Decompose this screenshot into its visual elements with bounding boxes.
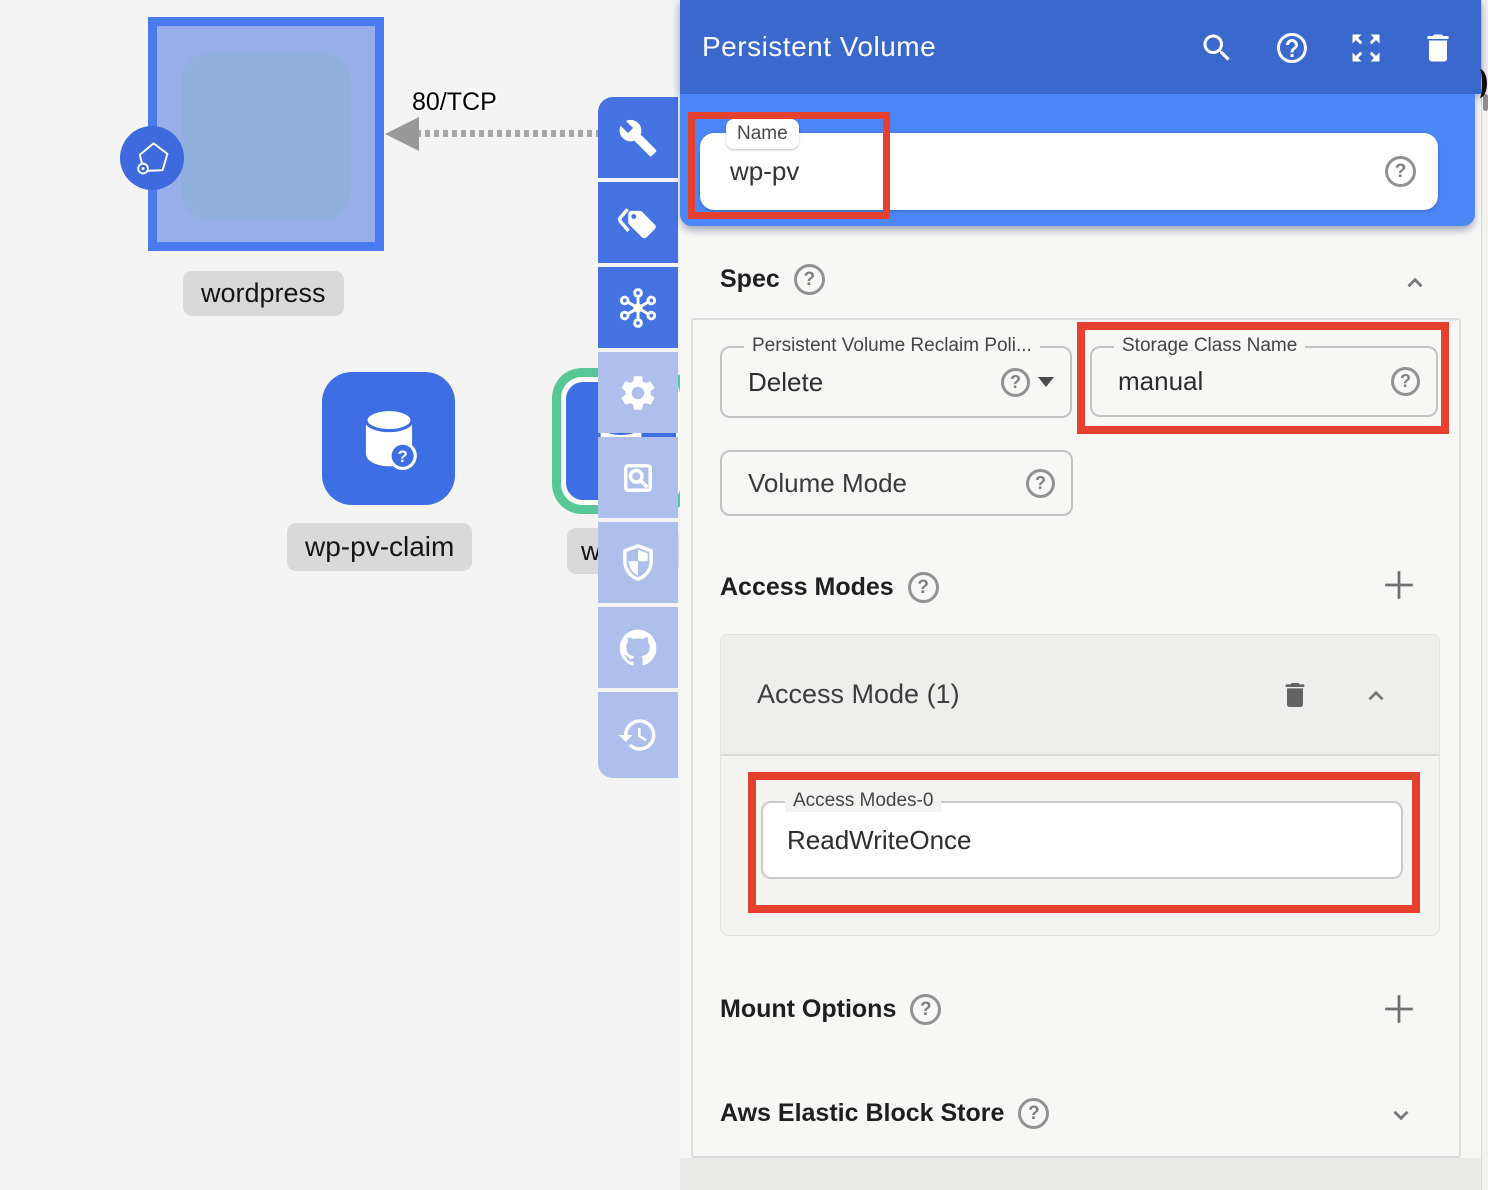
- reclaim-policy-label: Persistent Volume Reclaim Poli...: [744, 335, 1040, 357]
- panel-bottom-strip: [680, 1158, 1481, 1190]
- expand-icon[interactable]: [1348, 30, 1384, 66]
- toolbar-cluster-button[interactable]: [598, 267, 678, 348]
- mount-options-heading-row: Mount Options ?: [720, 994, 941, 1025]
- delete-access-mode-icon[interactable]: [1279, 679, 1311, 711]
- wordpress-node-inner: [181, 54, 351, 219]
- storage-class-value: manual: [1118, 366, 1391, 397]
- add-access-mode-icon[interactable]: [1382, 568, 1416, 602]
- access-mode-card-header[interactable]: Access Mode (1): [721, 635, 1439, 756]
- storage-class-label: Storage Class Name: [1114, 335, 1305, 357]
- mount-options-heading: Mount Options: [720, 995, 896, 1024]
- name-value: wp-pv: [730, 156, 1385, 187]
- spec-heading: Spec: [720, 265, 780, 294]
- wordpress-deployment-node[interactable]: [148, 17, 384, 251]
- spec-help-icon[interactable]: ?: [794, 264, 825, 295]
- aws-ebs-expand-chevron-down-icon[interactable]: [1388, 1102, 1414, 1128]
- storage-class-help-icon[interactable]: ?: [1391, 367, 1420, 396]
- access-mode-collapse-chevron-up-icon[interactable]: [1363, 683, 1389, 709]
- toolbar-history-button[interactable]: [598, 692, 678, 778]
- wordpress-node-label: wordpress: [183, 271, 344, 316]
- spec-collapse-chevron-up-icon[interactable]: [1402, 270, 1428, 296]
- aws-ebs-heading-row: Aws Elastic Block Store ?: [720, 1098, 1049, 1129]
- access-modes-heading-row: Access Modes ?: [720, 572, 939, 603]
- connection-port-label: 80/TCP: [412, 88, 497, 117]
- dropdown-caret-icon[interactable]: [1038, 377, 1054, 387]
- panel-scrollbar[interactable]: [1481, 0, 1488, 1190]
- pvc-node[interactable]: ?: [322, 372, 455, 505]
- delete-icon[interactable]: [1420, 30, 1456, 66]
- volume-mode-input[interactable]: Volume Mode ?: [720, 450, 1073, 516]
- name-input[interactable]: wp-pv ?: [700, 133, 1438, 210]
- name-help-icon[interactable]: ?: [1385, 156, 1416, 187]
- add-mount-option-icon[interactable]: [1382, 992, 1416, 1026]
- help-icon[interactable]: [1274, 30, 1310, 66]
- aws-ebs-heading: Aws Elastic Block Store: [720, 1099, 1004, 1128]
- github-icon: [616, 626, 660, 670]
- access-modes-help-icon[interactable]: ?: [908, 572, 939, 603]
- name-section: wp-pv ? Name: [680, 94, 1475, 226]
- reclaim-policy-help-icon[interactable]: ?: [1001, 368, 1030, 397]
- cluster-hub-icon: [617, 287, 659, 329]
- volume-mode-label: Volume Mode: [748, 468, 1026, 499]
- history-icon: [617, 714, 659, 756]
- panel-title: Persistent Volume: [702, 31, 936, 63]
- spec-heading-row: Spec ?: [720, 264, 825, 295]
- toolbar-settings-button[interactable]: [598, 352, 678, 433]
- aws-ebs-help-icon[interactable]: ?: [1018, 1098, 1049, 1129]
- toolbar-tags-button[interactable]: [598, 182, 678, 263]
- mount-options-help-icon[interactable]: ?: [910, 994, 941, 1025]
- svg-text:?: ?: [397, 447, 407, 466]
- wrench-icon: [618, 118, 658, 158]
- access-mode-card: Access Mode (1) Access Modes-0 ReadWrite…: [720, 634, 1440, 936]
- reclaim-policy-select[interactable]: Persistent Volume Reclaim Poli... Delete…: [720, 346, 1072, 418]
- storage-class-input[interactable]: Storage Class Name manual ?: [1090, 346, 1438, 417]
- volume-mode-help-icon[interactable]: ?: [1026, 469, 1055, 498]
- access-mode-card-title: Access Mode (1): [757, 679, 960, 710]
- toolbar-wrench-button[interactable]: [598, 97, 678, 178]
- toolbar-inspect-button[interactable]: [598, 437, 678, 518]
- access-mode-0-label: Access Modes-0: [785, 790, 941, 812]
- toolbar-security-button[interactable]: [598, 522, 678, 603]
- gear-icon: [617, 372, 659, 414]
- pvc-node-label: wp-pv-claim: [287, 523, 472, 571]
- pod-pentagon-icon[interactable]: [120, 126, 184, 190]
- inspect-document-icon: [617, 457, 659, 499]
- access-mode-0-input[interactable]: Access Modes-0 ReadWriteOnce: [761, 801, 1403, 879]
- toolbar-github-button[interactable]: [598, 607, 678, 688]
- occluded-canvas-arc: [1472, 69, 1487, 98]
- scrollbar-thumb[interactable]: [1483, 94, 1488, 111]
- reclaim-policy-value: Delete: [748, 367, 1001, 398]
- persistent-volume-panel: Persistent Volume wp-pv ? Name: [680, 0, 1488, 1190]
- name-field-label: Name: [726, 119, 799, 149]
- access-modes-heading: Access Modes: [720, 573, 894, 602]
- connection-arrowhead-icon: [385, 117, 419, 151]
- tags-icon: [617, 202, 659, 244]
- panel-header: Persistent Volume: [680, 0, 1481, 94]
- access-mode-0-value: ReadWriteOnce: [787, 825, 1401, 856]
- canvas-toolbar: [598, 97, 678, 782]
- shield-icon: [617, 542, 659, 584]
- search-icon[interactable]: [1199, 30, 1235, 66]
- app-root: wordpress 80/TCP ? wp-pv-claim w: [0, 0, 1488, 1190]
